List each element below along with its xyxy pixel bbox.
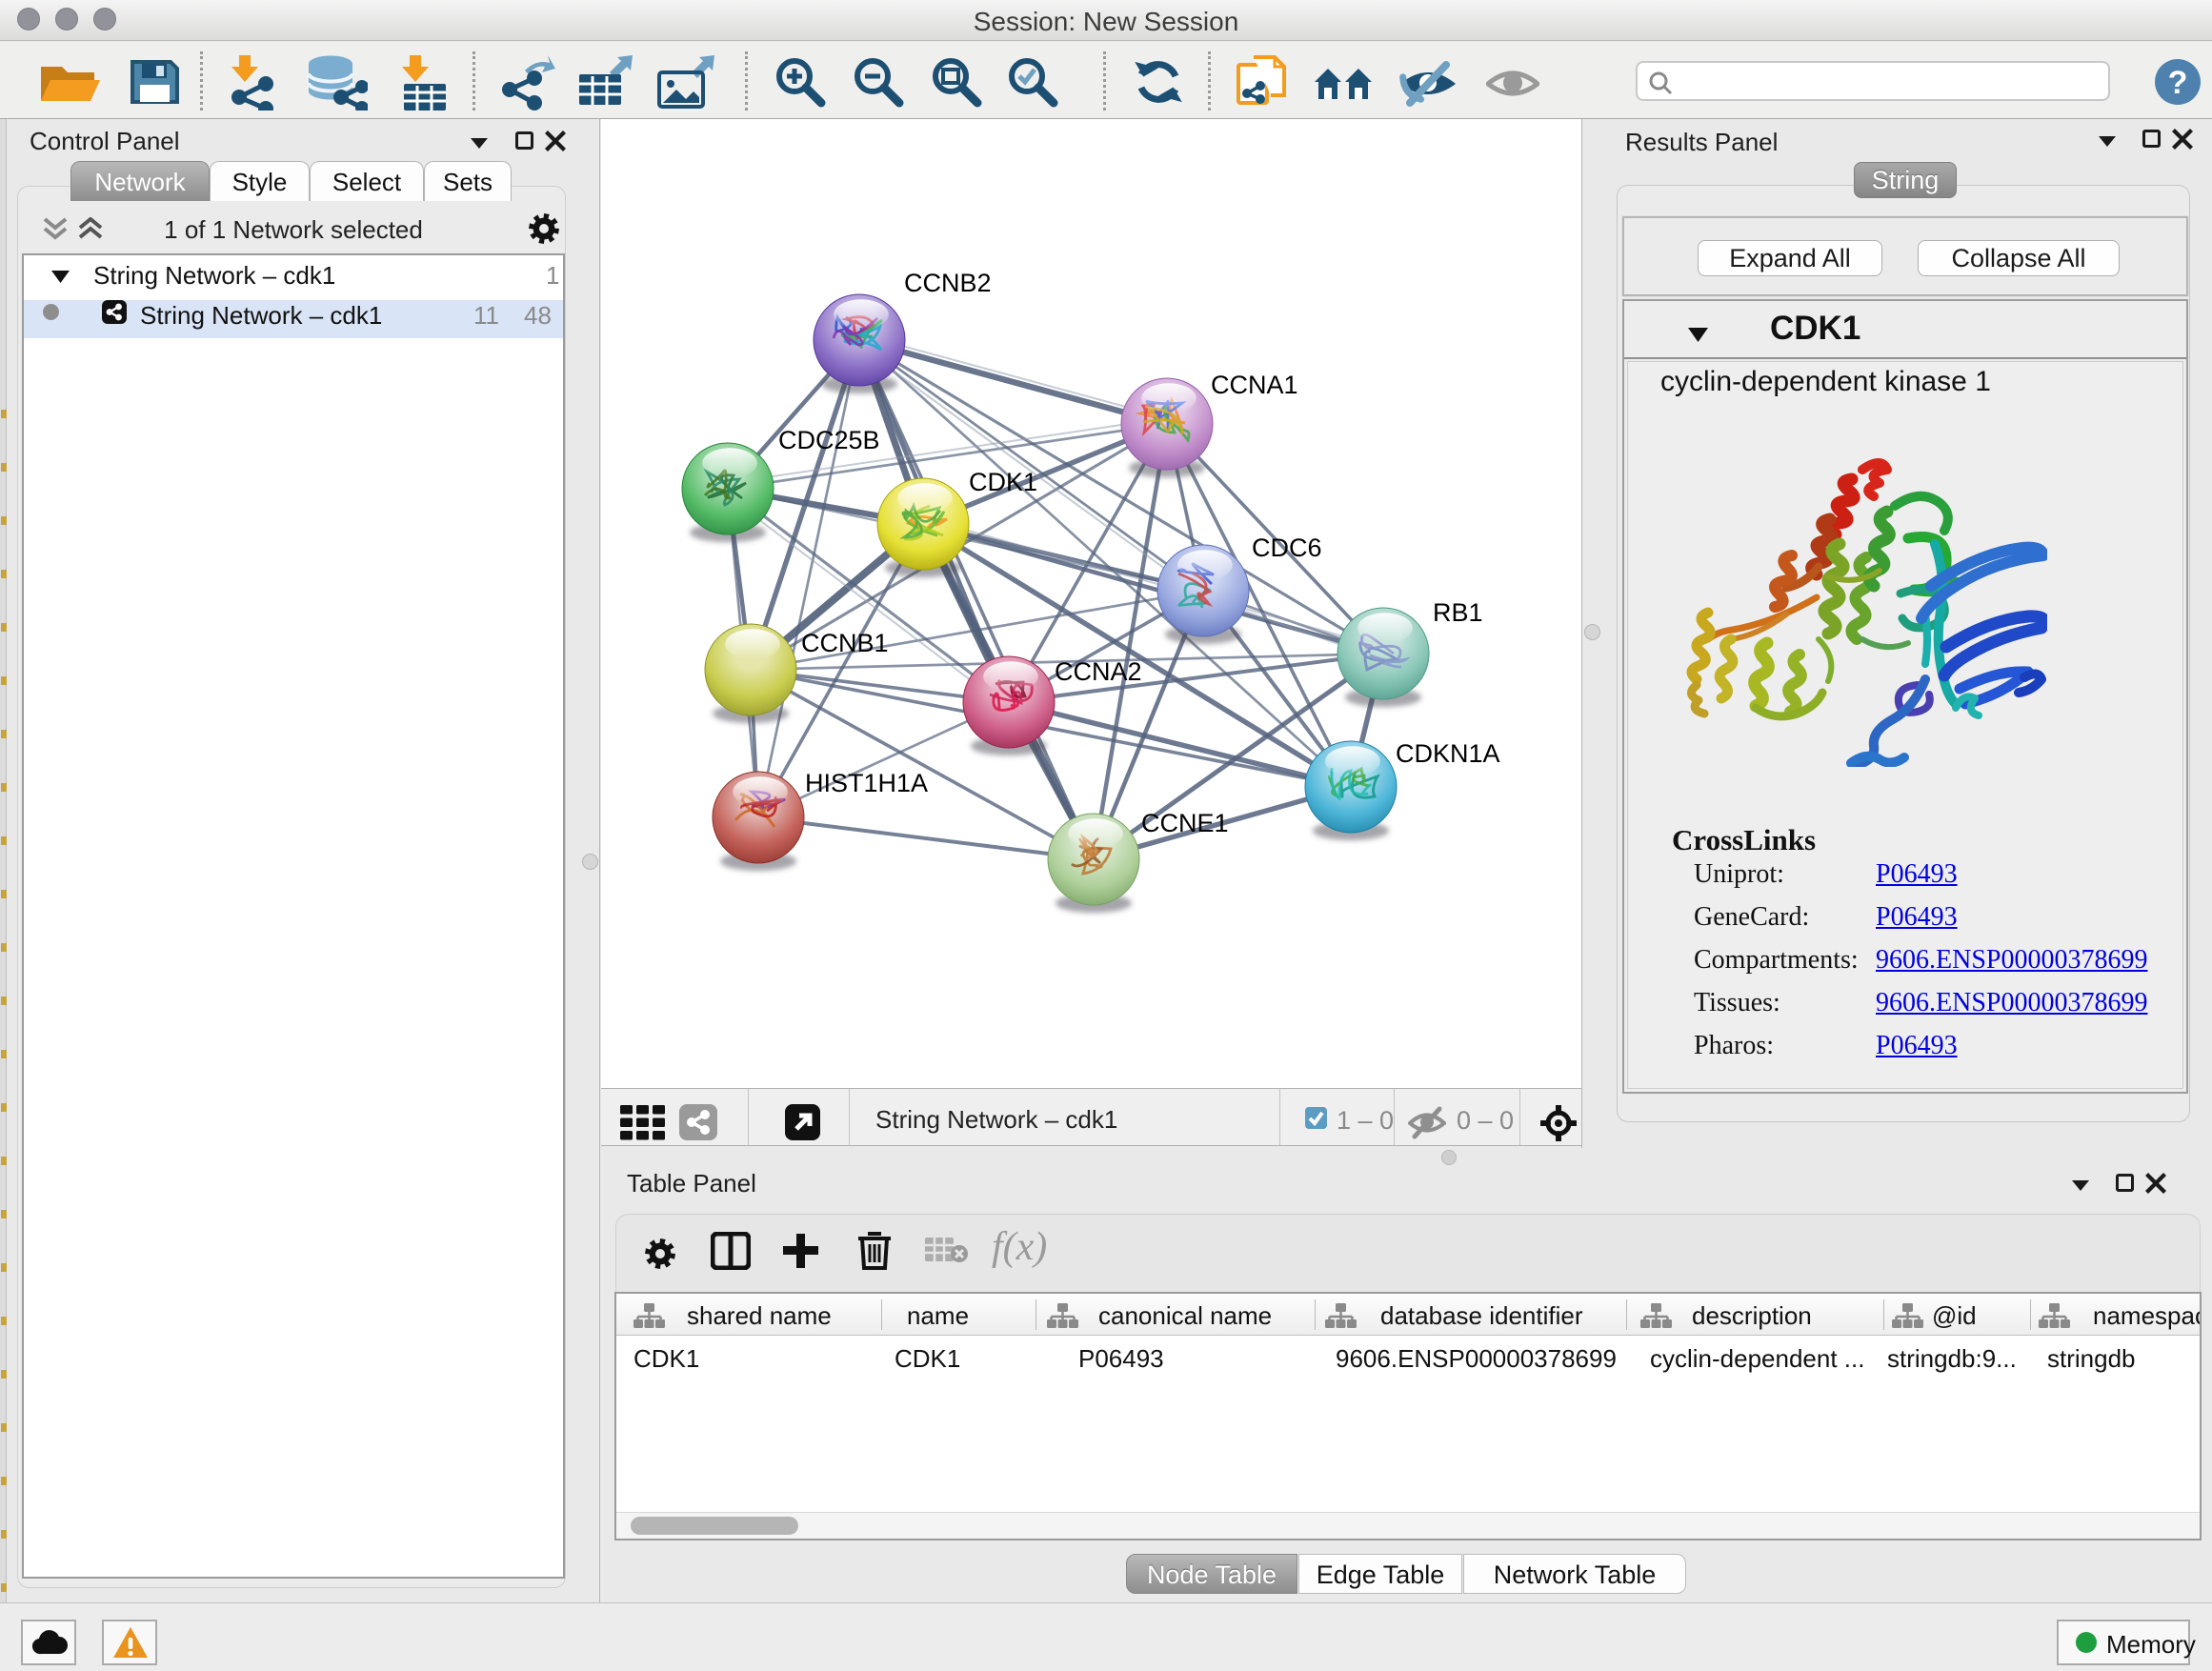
svg-text:CDC25B: CDC25B [778, 426, 880, 454]
svg-text:?: ? [2168, 65, 2188, 101]
svg-text:CCNB2: CCNB2 [904, 269, 992, 297]
svg-text:CDK1: CDK1 [969, 468, 1037, 496]
svg-text:HIST1H1A: HIST1H1A [805, 769, 928, 797]
svg-text:CCNB1: CCNB1 [801, 629, 889, 657]
svg-text:CDC6: CDC6 [1252, 534, 1322, 562]
svg-text:RB1: RB1 [1433, 598, 1483, 627]
svg-text:CCNA1: CCNA1 [1211, 371, 1298, 399]
svg-text:CCNA2: CCNA2 [1055, 657, 1142, 686]
svg-text:CDKN1A: CDKN1A [1396, 739, 1500, 768]
svg-text:CCNE1: CCNE1 [1141, 809, 1229, 837]
